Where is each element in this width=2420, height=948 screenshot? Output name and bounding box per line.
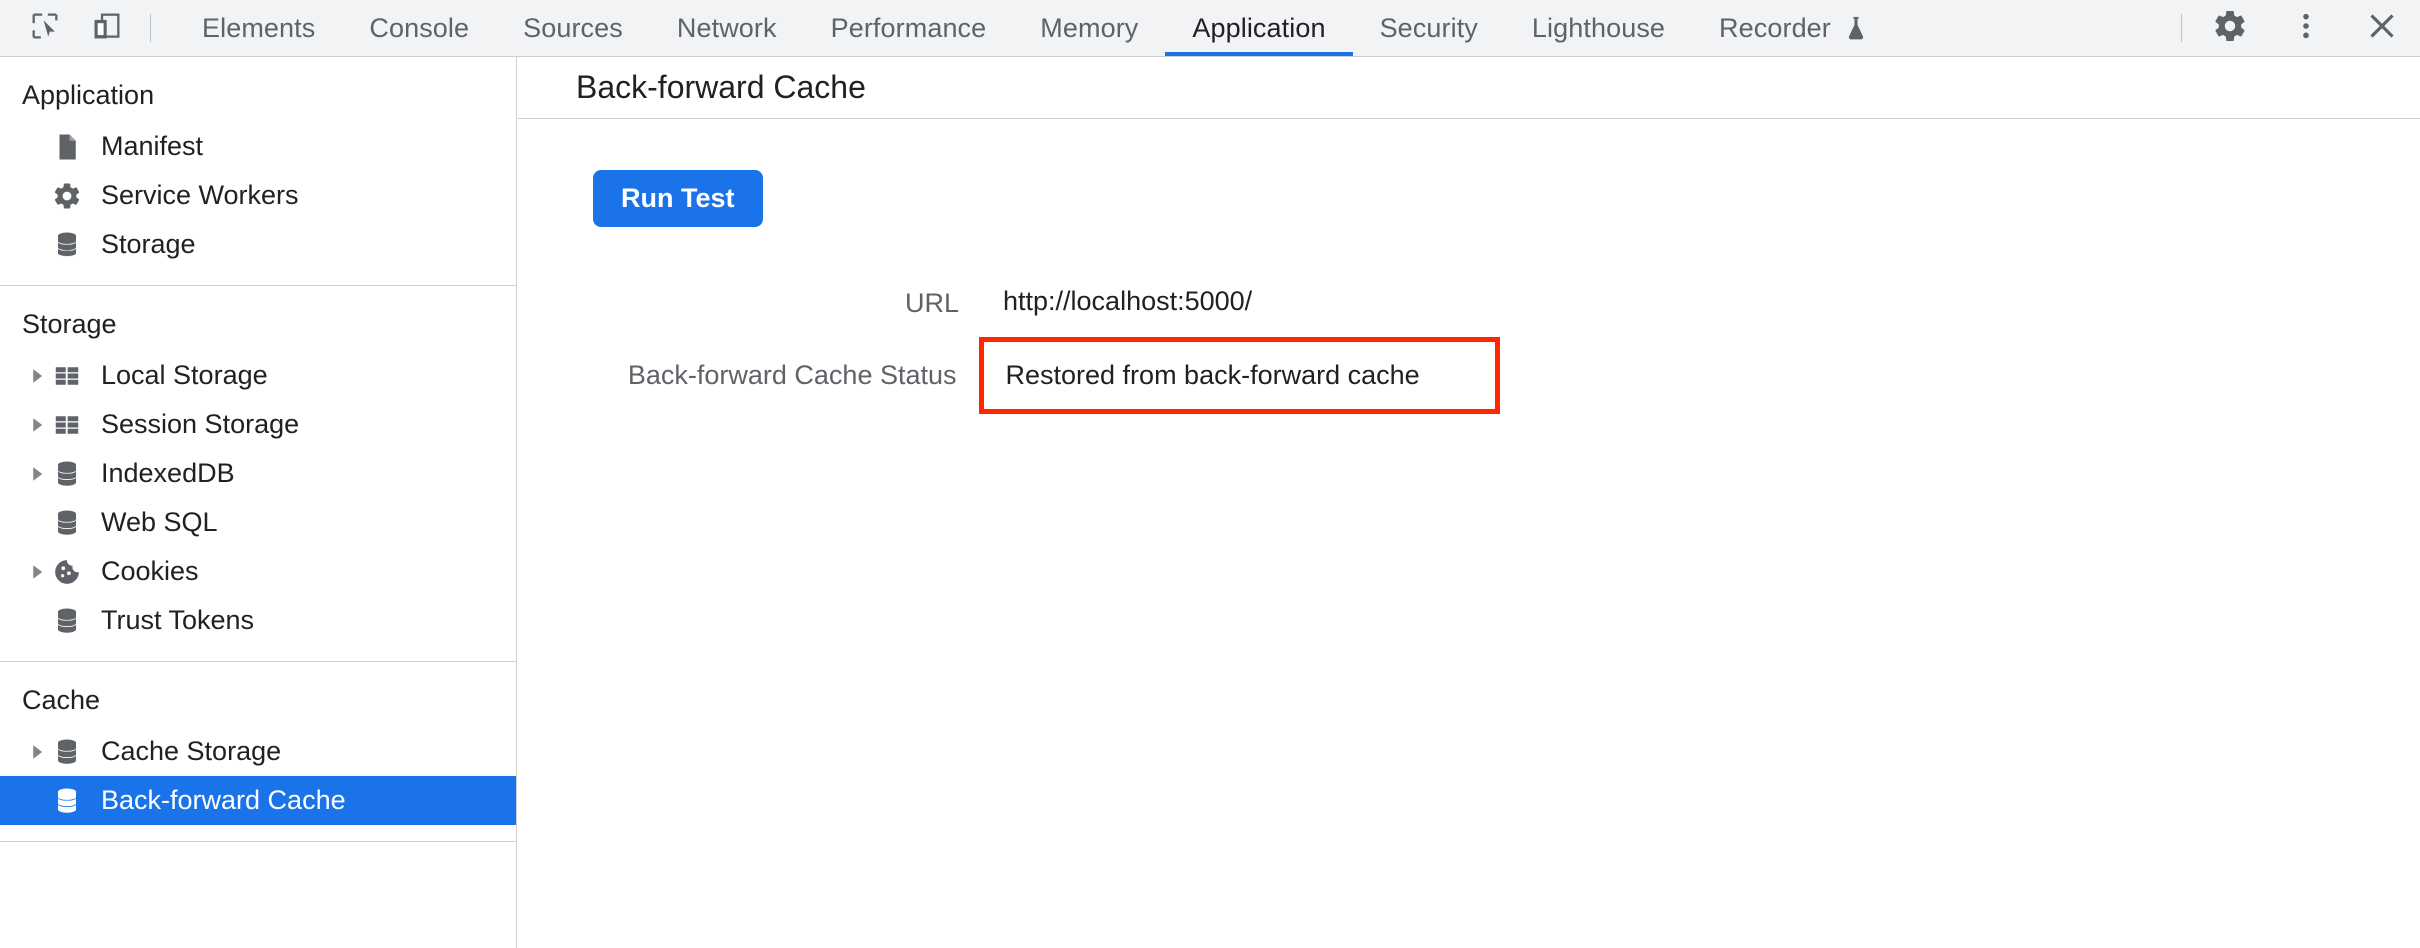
tab-label: Recorder	[1719, 12, 1831, 43]
inspect-element-icon	[28, 9, 62, 48]
settings-button[interactable]	[2192, 0, 2268, 56]
tab-label: Sources	[523, 12, 623, 43]
table-row: URL http://localhost:5000/	[593, 267, 1497, 339]
sidebar-item-label: Local Storage	[101, 360, 268, 390]
tab-label: Lighthouse	[1531, 12, 1666, 43]
table-grid-icon	[52, 410, 92, 440]
url-row-label: URL	[904, 287, 959, 318]
sidebar-item-label: Cache Storage	[101, 736, 282, 766]
tab-label: Memory	[1040, 12, 1139, 43]
bfcache-report-table: URL http://localhost:5000/ Back-forward …	[593, 267, 1500, 414]
database-icon	[52, 508, 92, 538]
url-row-value: http://localhost:5000/	[1003, 286, 1253, 317]
sidebar-item-manifest[interactable]: Manifest	[0, 122, 516, 171]
chevron-right-icon[interactable]	[22, 416, 52, 434]
tab-lighthouse[interactable]: Lighthouse	[1505, 0, 1692, 56]
tab-sources[interactable]: Sources	[496, 0, 650, 56]
back-forward-cache-pane: Back-forward Cache Run Test URL http://l…	[518, 57, 2420, 948]
device-toolbar-button[interactable]	[76, 0, 138, 56]
close-icon	[2364, 8, 2400, 49]
sidebar-item-service-workers[interactable]: Service Workers	[0, 171, 516, 220]
database-icon	[52, 786, 92, 816]
toolbar-divider-left	[150, 14, 151, 42]
tab-label: Security	[1379, 12, 1478, 43]
database-icon	[52, 459, 92, 489]
sidebar-item-web-sql[interactable]: Web SQL	[0, 498, 516, 547]
sidebar-item-label: Manifest	[101, 131, 204, 161]
sidebar-item-label: Session Storage	[101, 409, 300, 439]
chevron-right-icon[interactable]	[22, 367, 52, 385]
sidebar-item-cookies[interactable]: Cookies	[0, 547, 516, 596]
sidebar-section-application: Application Manifest Service Workers Sto…	[0, 57, 516, 286]
tab-console[interactable]: Console	[342, 0, 496, 56]
settings-gear-icon	[2212, 8, 2248, 49]
toolbar-right-group	[2171, 0, 2420, 56]
more-options-button[interactable]	[2268, 0, 2344, 56]
manifest-document-icon	[52, 132, 92, 162]
sidebar-item-indexeddb[interactable]: IndexedDB	[0, 449, 516, 498]
pane-content: Run Test URL http://localhost:5000/ Back…	[518, 119, 2420, 414]
sidebar-item-back-forward-cache[interactable]: Back-forward Cache	[0, 776, 516, 825]
sidebar-item-label: Back-forward Cache	[101, 785, 346, 815]
sidebar-item-storage[interactable]: Storage	[0, 220, 516, 269]
database-icon	[52, 606, 92, 636]
tab-label: Performance	[830, 12, 987, 43]
sidebar-item-local-storage[interactable]: Local Storage	[0, 351, 516, 400]
tab-label: Network	[676, 12, 777, 43]
sidebar-item-label: Web SQL	[101, 507, 218, 537]
chevron-right-icon[interactable]	[22, 563, 52, 581]
flask-icon	[1844, 15, 1868, 41]
application-sidebar[interactable]: Application Manifest Service Workers Sto…	[0, 57, 517, 948]
tab-memory[interactable]: Memory	[1013, 0, 1165, 56]
database-icon	[52, 737, 92, 767]
run-test-button[interactable]: Run Test	[593, 170, 763, 227]
sidebar-item-label: Storage	[101, 229, 196, 259]
tab-strip: Elements Console Sources Network Perform…	[175, 0, 1895, 56]
status-badge: Restored from back-forward cache	[978, 336, 1500, 414]
tab-label: Console	[369, 12, 470, 43]
sidebar-section-storage: Storage Local Storage Session Storage In…	[0, 286, 516, 662]
cookie-icon	[52, 557, 92, 587]
sidebar-item-label: Service Workers	[101, 180, 299, 210]
chevron-right-icon[interactable]	[22, 743, 52, 761]
close-devtools-button[interactable]	[2344, 0, 2420, 56]
table-row: Back-forward Cache Status Restored from …	[593, 336, 1500, 414]
database-icon	[52, 230, 92, 260]
sidebar-item-trust-tokens[interactable]: Trust Tokens	[0, 596, 516, 645]
sidebar-item-cache-storage[interactable]: Cache Storage	[0, 727, 516, 776]
inspect-element-button[interactable]	[14, 0, 76, 56]
tab-network[interactable]: Network	[650, 0, 804, 56]
tab-elements[interactable]: Elements	[175, 0, 342, 56]
pane-header: Back-forward Cache	[518, 57, 2420, 119]
tab-security[interactable]: Security	[1353, 0, 1505, 56]
tab-label: Application	[1192, 12, 1326, 43]
status-row-label: Back-forward Cache Status	[627, 359, 957, 390]
sidebar-item-label: Trust Tokens	[101, 605, 255, 635]
chevron-right-icon[interactable]	[22, 465, 52, 483]
sidebar-section-title: Application	[22, 80, 155, 110]
more-options-icon	[2290, 8, 2322, 49]
sidebar-section-cache: Cache Cache Storage Back-forward Cache	[0, 662, 516, 842]
panel-body: Application Manifest Service Workers Sto…	[0, 57, 2420, 948]
devtools-toolbar: Elements Console Sources Network Perform…	[0, 0, 2420, 57]
sidebar-section-title: Storage	[22, 309, 117, 339]
sidebar-item-label: IndexedDB	[101, 458, 235, 488]
sidebar-item-session-storage[interactable]: Session Storage	[0, 400, 516, 449]
device-toolbar-icon	[90, 9, 124, 48]
tab-recorder[interactable]: Recorder	[1692, 0, 1895, 56]
sidebar-section-title: Cache	[22, 685, 101, 715]
tab-application[interactable]: Application	[1165, 0, 1353, 56]
toolbar-divider-right	[2181, 14, 2182, 42]
tab-performance[interactable]: Performance	[804, 0, 1014, 56]
gear-icon	[52, 181, 92, 211]
table-grid-icon	[52, 361, 92, 391]
sidebar-item-label: Cookies	[101, 556, 199, 586]
page-title: Back-forward Cache	[576, 69, 866, 105]
tab-label: Elements	[202, 12, 316, 43]
